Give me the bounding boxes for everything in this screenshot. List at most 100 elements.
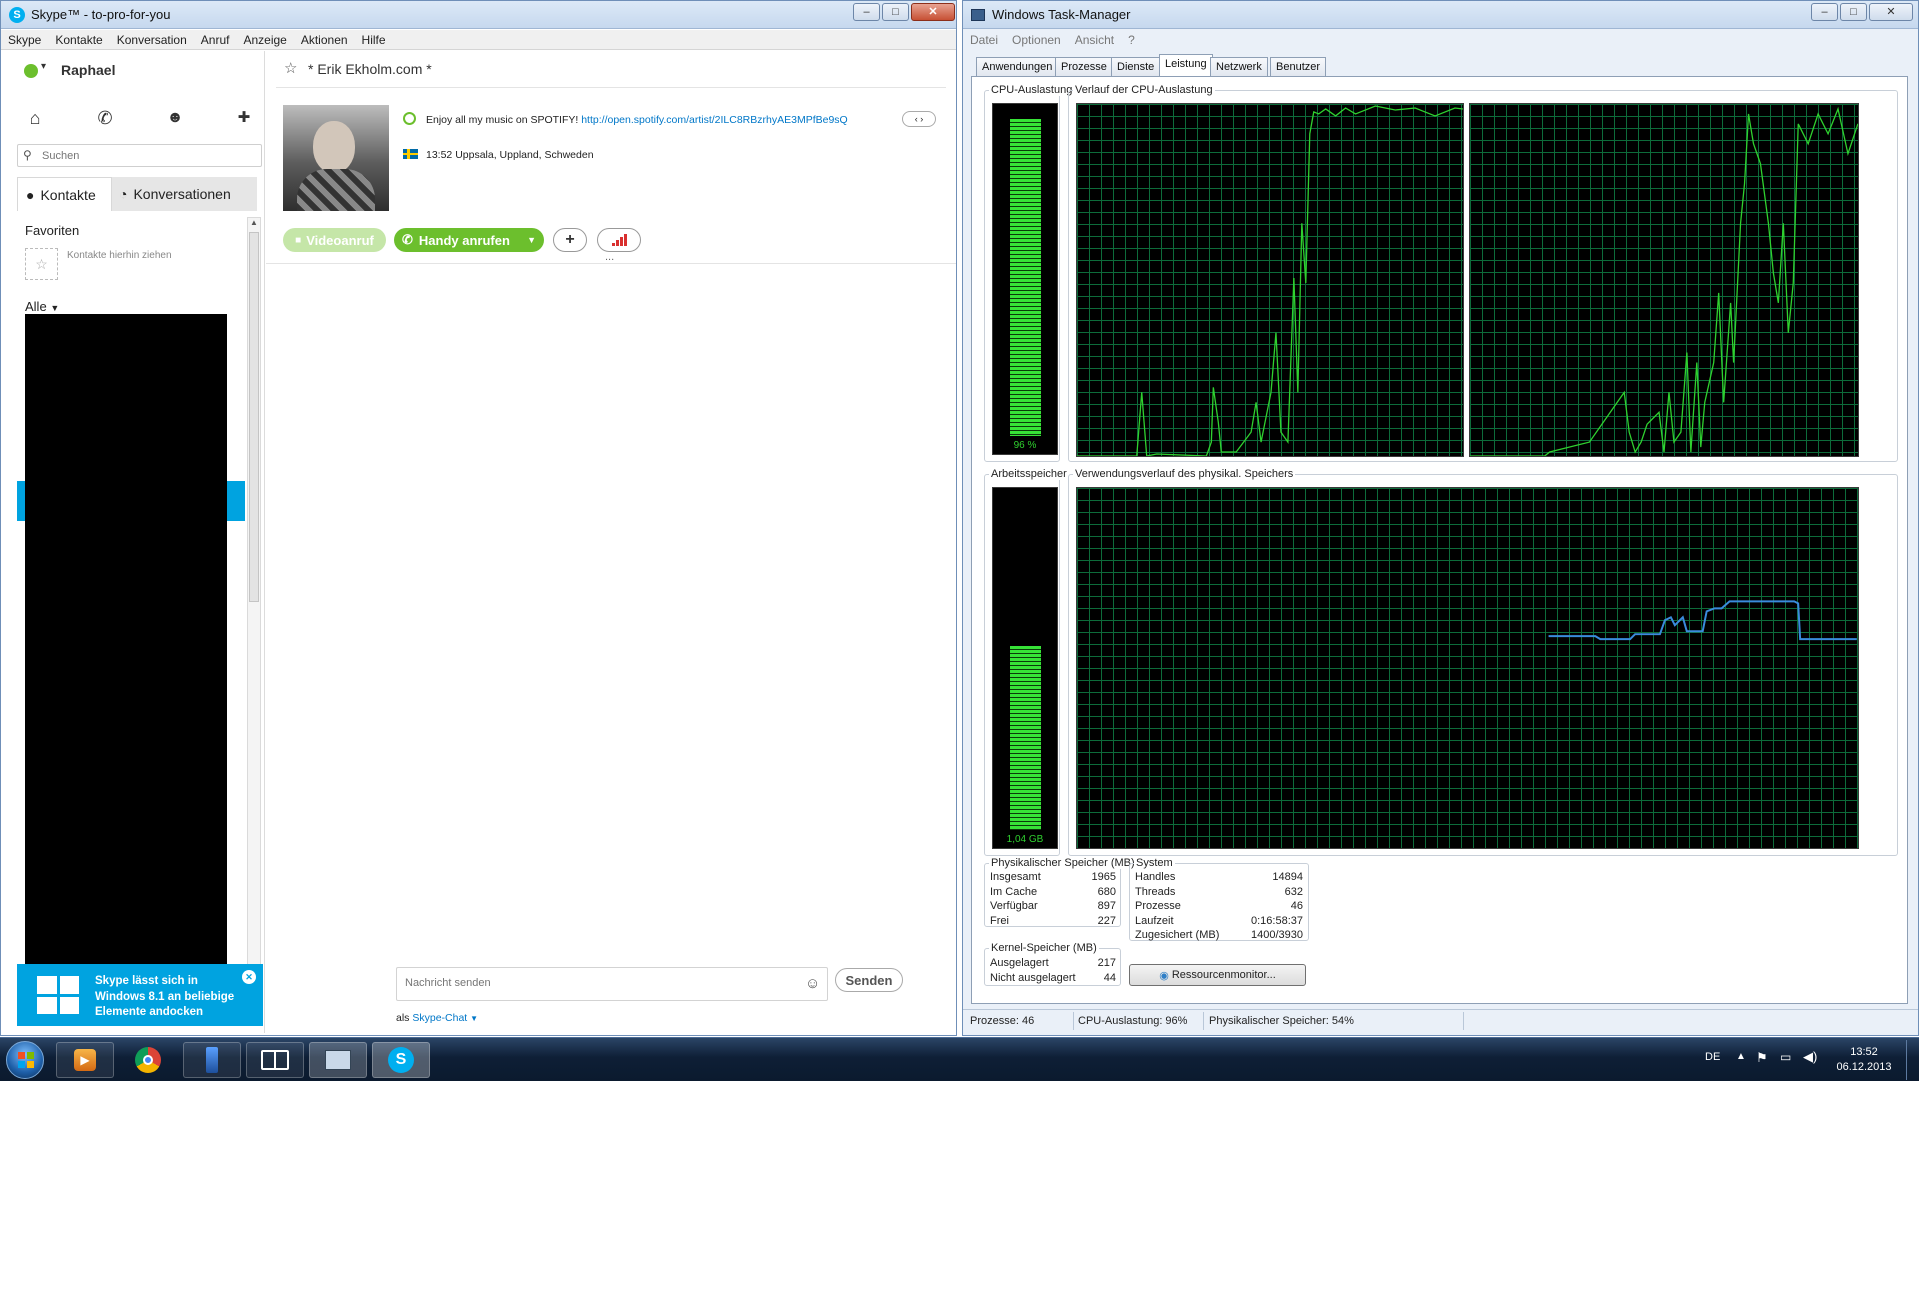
taskbar-app-icon[interactable]: [183, 1042, 241, 1078]
home-icon[interactable]: ⌂: [22, 105, 48, 131]
menu-hilfe[interactable]: Hilfe: [355, 33, 393, 47]
clock-time: 13:52: [1850, 1046, 1878, 1058]
maximize-button[interactable]: □: [1840, 3, 1867, 21]
minimize-button[interactable]: –: [853, 3, 880, 21]
skype-window: S Skype™ - to-pro-for-you – □ ✕ Skype Ko…: [0, 0, 957, 1036]
language-indicator[interactable]: DE: [1705, 1051, 1720, 1063]
memory-history-graph: [1076, 487, 1859, 849]
menu-optionen[interactable]: Optionen: [1005, 33, 1068, 47]
stat-value: 1400/3930: [1251, 929, 1303, 941]
menu-anruf[interactable]: Anruf: [194, 33, 237, 47]
tab-benutzer[interactable]: Benutzer: [1270, 57, 1327, 76]
mood-link[interactable]: http://open.spotify.com/artist/2ILC8RBzr…: [581, 114, 848, 126]
favorite-star-icon[interactable]: ☆: [284, 59, 297, 77]
menu-datei[interactable]: Datei: [963, 33, 1005, 47]
taskbar-media-player-icon[interactable]: ▶: [56, 1042, 114, 1078]
menu-ansicht[interactable]: Ansicht: [1068, 33, 1121, 47]
banner-close-icon[interactable]: ✕: [242, 970, 256, 984]
stat-label: Ausgelagert: [990, 957, 1049, 969]
clock[interactable]: 13:52 06.12.2013: [1834, 1045, 1894, 1075]
tab-contacts[interactable]: ● Kontakte: [17, 177, 112, 211]
send-button[interactable]: Senden: [835, 968, 903, 992]
contact-avatar[interactable]: [283, 105, 389, 211]
taskmanager-titlebar: Windows Task-Manager: [963, 1, 1918, 29]
stat-value: 217: [1097, 957, 1116, 969]
chevron-down-icon[interactable]: ▼: [527, 235, 536, 245]
volume-icon[interactable]: ◀): [1803, 1049, 1817, 1065]
taskbar: ▶ S DE ▲ ⚑ ▭ ◀) 13:52 06.12.2013: [0, 1037, 1919, 1081]
more-dots[interactable]: ...: [605, 251, 614, 263]
memory-value: 1,04 GB: [1006, 834, 1044, 845]
stat-value: 14894: [1272, 871, 1303, 883]
windows-banner[interactable]: Skype lässt sich in Windows 8.1 an belie…: [17, 964, 263, 1026]
status-presence-icon[interactable]: [24, 64, 38, 78]
chat-mode-selector[interactable]: als Skype-Chat ▼: [396, 1012, 478, 1024]
minimize-button[interactable]: –: [1811, 3, 1838, 21]
redacted-contact-list: [25, 314, 227, 1014]
video-call-button[interactable]: ■ Videoanruf: [283, 228, 386, 252]
favorites-label: Favoriten: [25, 223, 80, 238]
user-name[interactable]: Raphael: [61, 62, 115, 78]
emoticon-icon[interactable]: ☺: [805, 975, 820, 992]
mobile-call-label: Handy anrufen: [418, 232, 510, 248]
menu-kontakte[interactable]: Kontakte: [48, 33, 109, 47]
tab-netzwerk[interactable]: Netzwerk: [1210, 57, 1268, 76]
taskmanager-window: Windows Task-Manager – □ ✕ Datei Optione…: [962, 0, 1919, 1036]
stat-value: 680: [1097, 885, 1116, 898]
message-input[interactable]: [403, 974, 783, 992]
contact-location: 13:52 Uppsala, Uppland, Schweden: [426, 149, 594, 161]
mobile-call-button[interactable]: ✆ Handy anrufen ▼: [394, 228, 544, 252]
chat-contact-name: * Erik Ekholm.com *: [308, 61, 432, 77]
skype-window-title: Skype™ - to-pro-for-you: [31, 7, 171, 22]
menu-aktionen[interactable]: Aktionen: [294, 33, 355, 47]
menu-anzeige[interactable]: Anzeige: [236, 33, 293, 47]
physical-memory-title: Physikalischer Speicher (MB): [989, 857, 1137, 869]
group-icon[interactable]: ☻: [162, 105, 188, 131]
add-contact-icon[interactable]: ✚: [231, 105, 257, 131]
physical-memory-table: Insgesamt 1965 Im Cache 680 Verfügbar 897 F…: [990, 870, 1116, 928]
show-desktop-button[interactable]: [1906, 1040, 1918, 1080]
status-processes: Prozesse: 46: [970, 1015, 1035, 1027]
taskbar-book-icon[interactable]: [246, 1042, 304, 1078]
maximize-button[interactable]: □: [882, 3, 909, 21]
tab-prozesse[interactable]: Prozesse: [1055, 57, 1113, 76]
search-input[interactable]: [40, 147, 250, 164]
tab-dienste[interactable]: Dienste: [1111, 57, 1161, 76]
chat-mode-value[interactable]: Skype-Chat: [412, 1012, 467, 1024]
network-icon[interactable]: ▭: [1780, 1050, 1791, 1064]
mood-nav-arrows[interactable]: ‹ ›: [902, 111, 936, 127]
tray-expand-icon[interactable]: ▲: [1736, 1051, 1746, 1062]
menu-konversation[interactable]: Konversation: [110, 33, 194, 47]
all-contacts-dropdown[interactable]: Alle ▼: [25, 299, 59, 314]
scroll-thumb[interactable]: [249, 232, 259, 602]
taskmanager-menubar: Datei Optionen Ansicht ?: [963, 30, 1918, 50]
message-box[interactable]: ☺: [396, 967, 828, 1001]
menu-help[interactable]: ?: [1121, 33, 1142, 47]
video-call-label: Videoanruf: [306, 232, 374, 248]
call-quality-button[interactable]: [597, 228, 641, 252]
add-participant-button[interactable]: +: [553, 228, 587, 252]
taskbar-chrome-icon[interactable]: [119, 1042, 177, 1078]
cpu-label: CPU-Auslastung: [989, 84, 1075, 96]
contact-list-scrollbar[interactable]: ▲ ▼: [247, 217, 261, 1013]
stat-value: 227: [1097, 914, 1116, 927]
close-button[interactable]: ✕: [1869, 3, 1913, 21]
start-button[interactable]: [6, 1041, 44, 1079]
taskbar-taskmanager-icon[interactable]: [309, 1042, 367, 1078]
chevron-down-icon[interactable]: ▾: [41, 61, 46, 72]
cpu-meter-fill: [1010, 119, 1041, 436]
action-center-flag-icon[interactable]: ⚑: [1756, 1050, 1768, 1066]
taskbar-skype-icon[interactable]: S: [372, 1042, 430, 1078]
tab-leistung[interactable]: Leistung: [1159, 54, 1213, 77]
search-field[interactable]: ⚲: [17, 144, 262, 167]
tab-anwendungen[interactable]: Anwendungen: [976, 57, 1059, 76]
chevron-down-icon: ▼: [50, 303, 60, 313]
phone-icon[interactable]: ✆: [92, 105, 118, 131]
windows-logo-icon: [37, 976, 79, 1014]
close-button[interactable]: ✕: [911, 3, 955, 21]
menu-skype[interactable]: Skype: [1, 33, 48, 47]
scroll-up-arrow[interactable]: ▲: [248, 218, 260, 231]
tab-conversations[interactable]: ◔ Konversationen: [112, 177, 257, 211]
resource-monitor-button[interactable]: ◉ Ressourcenmonitor...: [1129, 964, 1306, 986]
taskmanager-title: Windows Task-Manager: [992, 7, 1131, 22]
